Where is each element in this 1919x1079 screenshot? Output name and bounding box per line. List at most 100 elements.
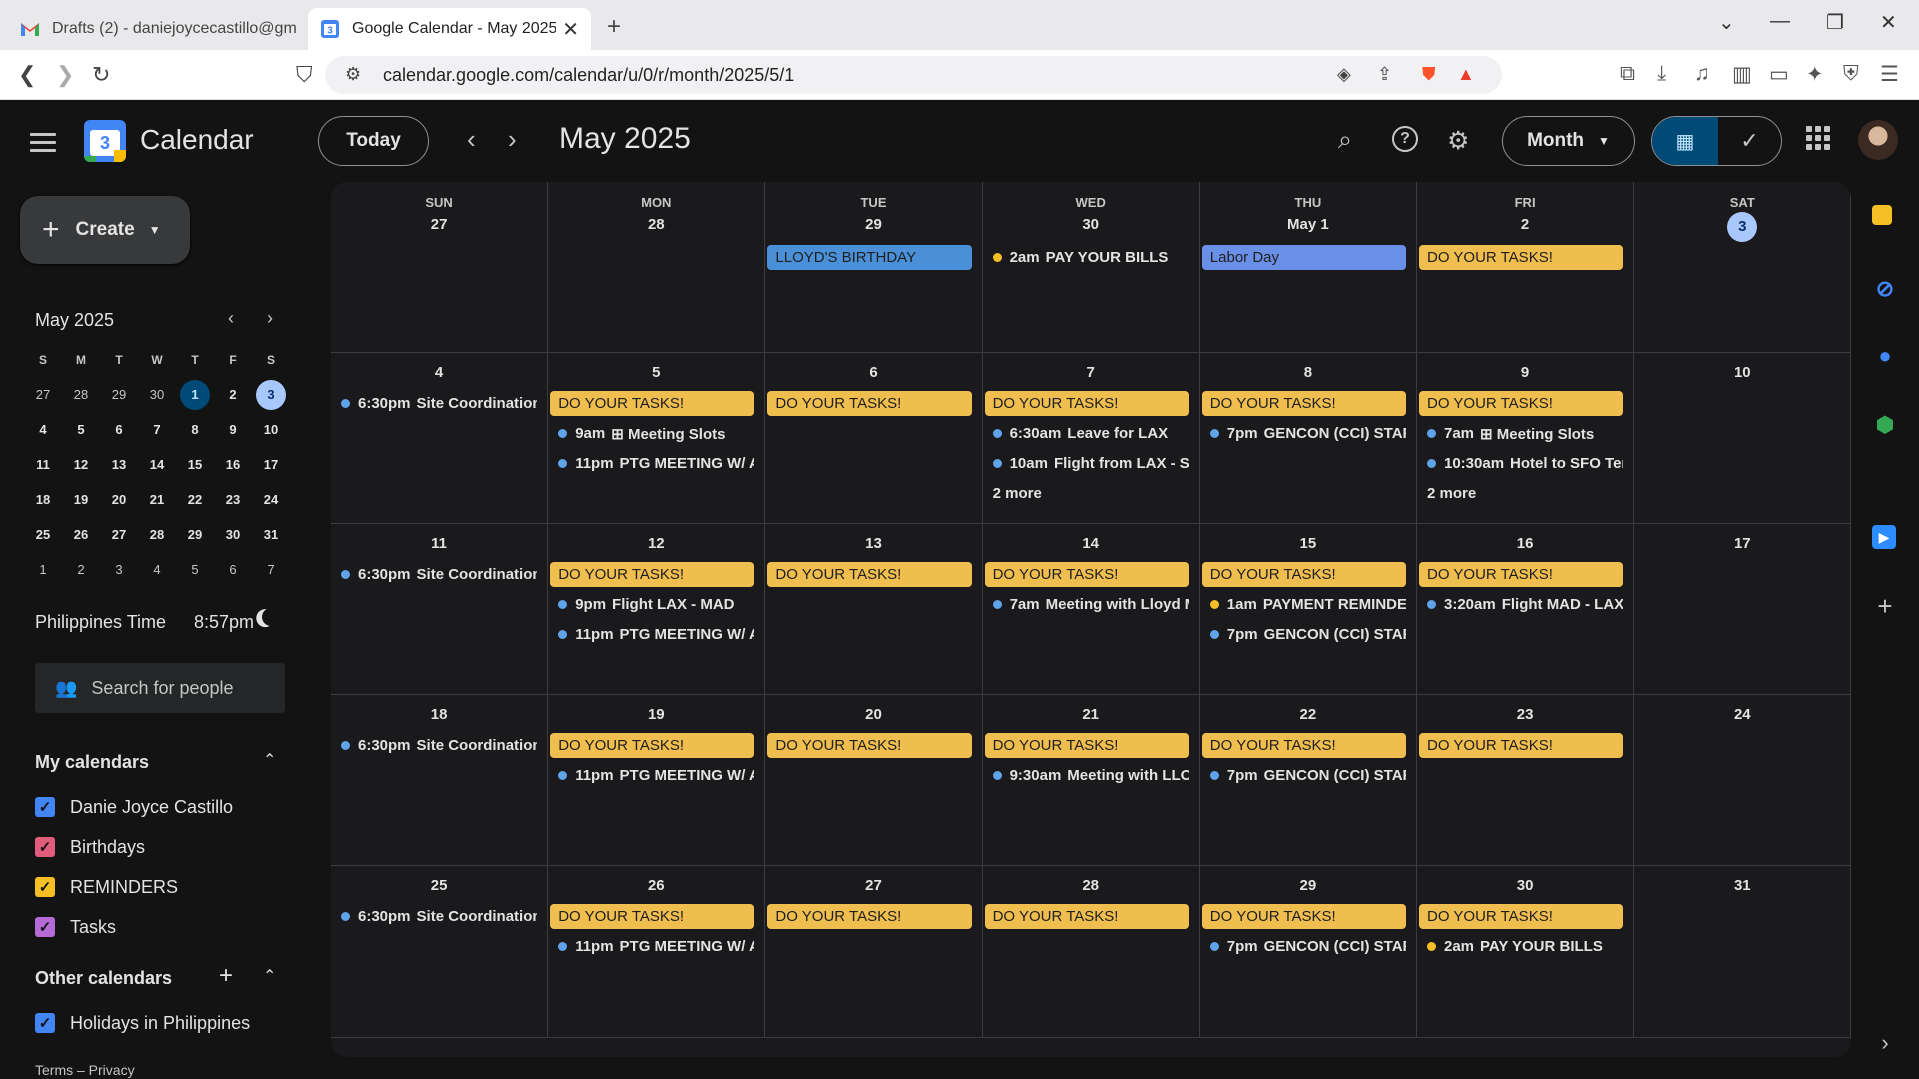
mini-day[interactable]: 20 (100, 482, 138, 517)
day-number[interactable]: 7 (983, 364, 1199, 381)
timed-event[interactable]: 6:30pm Site Coordination (333, 904, 537, 929)
mini-day[interactable]: 1 (24, 552, 62, 587)
get-addons-icon[interactable]: + (1872, 591, 1898, 621)
calendar-view-icon[interactable]: ▦ (1652, 117, 1718, 165)
day-number[interactable]: 3 (1634, 212, 1850, 242)
terms-privacy-link[interactable]: Terms – Privacy (35, 1062, 135, 1078)
leo-ai-icon[interactable]: ✦ (1806, 62, 1824, 87)
all-day-event-chip[interactable]: LLOYD'S BIRTHDAY (767, 245, 972, 270)
mini-day[interactable]: 6 (100, 412, 138, 447)
today-day-number[interactable]: 3 (1727, 212, 1758, 242)
close-window-icon[interactable]: ✕ (1880, 10, 1897, 35)
mini-day[interactable]: 29 (100, 377, 138, 412)
day-number[interactable]: 24 (1634, 706, 1850, 723)
brave-rewards-icon[interactable]: ▲ (1457, 64, 1475, 85)
mini-day[interactable]: 4 (24, 412, 62, 447)
day-cell[interactable]: 8 DO YOUR TASKS! 7pm GENCON (CCI) STAFF (1199, 353, 1417, 524)
calendar-item[interactable]: ✓ Tasks (35, 915, 116, 939)
tasks-view-icon[interactable]: ✓ (1718, 117, 1781, 165)
brave-shield-icon[interactable]: ⛊ (1422, 64, 1436, 85)
timed-event[interactable]: 11pm PTG MEETING W/ At (550, 934, 754, 959)
all-day-event-chip[interactable]: Labor Day (1201, 245, 1406, 270)
cast-icon[interactable]: ◈ (1337, 64, 1351, 85)
mini-day[interactable]: 23 (214, 482, 252, 517)
mini-day[interactable]: 16 (214, 447, 252, 482)
day-number[interactable]: 15 (1200, 535, 1416, 552)
mini-day[interactable]: 27 (100, 517, 138, 552)
timed-event[interactable]: 6:30pm Site Coordination (333, 391, 537, 416)
all-day-event-chip[interactable]: DO YOUR TASKS! (1201, 391, 1406, 416)
day-cell[interactable]: 25 6:30pm Site Coordination (331, 866, 549, 1038)
calendar-item[interactable]: ✓ Danie Joyce Castillo (35, 795, 233, 819)
day-number[interactable]: 12 (548, 535, 764, 552)
all-day-event-chip[interactable]: DO YOUR TASKS! (1419, 562, 1624, 587)
day-cell[interactable]: SAT 3 (1634, 182, 1851, 353)
mini-day[interactable]: 29 (176, 517, 214, 552)
timed-event[interactable]: 1am PAYMENT REMINDER (1202, 592, 1406, 617)
day-cell[interactable]: 7 DO YOUR TASKS! 6:30am Leave for LAX 10am Fl… (982, 353, 1200, 524)
maps-icon[interactable]: ⬢ (1872, 412, 1898, 438)
tasks-icon[interactable]: ⊘ (1872, 276, 1898, 302)
contacts-icon[interactable]: ● (1872, 343, 1898, 369)
timed-event[interactable]: 6:30am Leave for LAX (985, 421, 1189, 446)
all-day-event-chip[interactable]: DO YOUR TASKS! (984, 904, 1189, 929)
sidebar-toggle-icon[interactable]: ▥ (1732, 62, 1752, 87)
more-events-link[interactable]: 2 more (1419, 481, 1623, 506)
mini-day[interactable]: 22 (176, 482, 214, 517)
timed-event[interactable]: 3:20am Flight MAD - LAX (1419, 592, 1623, 617)
all-day-event-chip[interactable]: DO YOUR TASKS! (1419, 391, 1624, 416)
day-cell[interactable]: 15 DO YOUR TASKS! 1am PAYMENT REMINDER 7pm GE… (1199, 524, 1417, 695)
calendar-item[interactable]: ✓ REMINDERS (35, 875, 178, 899)
day-cell[interactable]: 13 DO YOUR TASKS! (765, 524, 983, 695)
extensions-icon[interactable]: ⧉ (1620, 62, 1635, 86)
all-day-event-chip[interactable]: DO YOUR TASKS! (767, 904, 972, 929)
checkbox-checked-icon[interactable]: ✓ (35, 837, 55, 857)
mini-day[interactable]: 28 (62, 377, 100, 412)
calendar-logo[interactable]: 3 (84, 120, 126, 162)
day-number[interactable]: 21 (983, 706, 1199, 723)
timed-event[interactable]: 11pm PTG MEETING W/ At (550, 622, 754, 647)
url-text[interactable]: calendar.google.com/calendar/u/0/r/month… (383, 65, 794, 86)
day-cell[interactable]: 20 DO YOUR TASKS! (765, 695, 983, 866)
all-day-event-chip[interactable]: DO YOUR TASKS! (550, 391, 755, 416)
search-people-input[interactable]: 👥 Search for people (35, 663, 285, 713)
timed-event[interactable]: 10am Flight from LAX - SF (985, 451, 1189, 476)
day-number[interactable]: 14 (983, 535, 1199, 552)
day-number[interactable]: 23 (1417, 706, 1633, 723)
day-number[interactable]: 25 (331, 877, 547, 894)
all-day-event-chip[interactable]: DO YOUR TASKS! (1201, 904, 1406, 929)
day-number[interactable]: 28 (983, 877, 1199, 894)
timed-event[interactable]: 10:30am Hotel to SFO Ter (1419, 451, 1623, 476)
day-cell[interactable]: 12 DO YOUR TASKS! 9pm Flight LAX - MAD 11pm P… (548, 524, 766, 695)
all-day-event-chip[interactable]: DO YOUR TASKS! (1419, 904, 1624, 929)
view-switcher-button[interactable]: Month ▼ (1502, 116, 1635, 166)
all-day-event-chip[interactable]: DO YOUR TASKS! (550, 904, 755, 929)
calendar-item[interactable]: ✓ Holidays in Philippines (35, 1011, 250, 1035)
mini-day[interactable]: 30 (214, 517, 252, 552)
mini-day[interactable]: 17 (252, 447, 290, 482)
timed-event[interactable]: 7am ⊞ Meeting Slots (1419, 421, 1623, 446)
day-cell[interactable]: 17 (1634, 524, 1851, 695)
day-cell[interactable]: 28 DO YOUR TASKS! (982, 866, 1200, 1038)
collapse-icon[interactable]: ⌃ (263, 966, 276, 986)
mini-day[interactable]: 11 (24, 447, 62, 482)
day-cell[interactable]: 5 DO YOUR TASKS! 9am ⊞ Meeting Slots 11pm PTG… (548, 353, 766, 524)
day-cell[interactable]: 16 DO YOUR TASKS! 3:20am Flight MAD - LAX (1417, 524, 1635, 695)
mini-day[interactable]: 9 (214, 412, 252, 447)
day-number[interactable]: 13 (765, 535, 981, 552)
day-number[interactable]: 6 (765, 364, 981, 381)
media-icon[interactable]: ♫ (1694, 62, 1710, 86)
day-number[interactable]: 8 (1200, 364, 1416, 381)
add-calendar-icon[interactable]: + (219, 962, 233, 990)
day-cell[interactable]: 29 DO YOUR TASKS! 7pm GENCON (CCI) STAFF (1199, 866, 1417, 1038)
day-number[interactable]: 11 (331, 535, 547, 552)
day-number[interactable]: 27 (765, 877, 981, 894)
day-number[interactable]: 4 (331, 364, 547, 381)
maximize-icon[interactable]: ❐ (1826, 10, 1844, 35)
other-calendars-title[interactable]: Other calendars (35, 968, 172, 989)
mini-day[interactable]: 21 (138, 482, 176, 517)
site-info-icon[interactable]: ⚙ (345, 64, 361, 85)
mini-day[interactable]: 13 (100, 447, 138, 482)
mini-day[interactable]: 25 (24, 517, 62, 552)
mini-next-month-icon[interactable]: › (267, 308, 273, 329)
